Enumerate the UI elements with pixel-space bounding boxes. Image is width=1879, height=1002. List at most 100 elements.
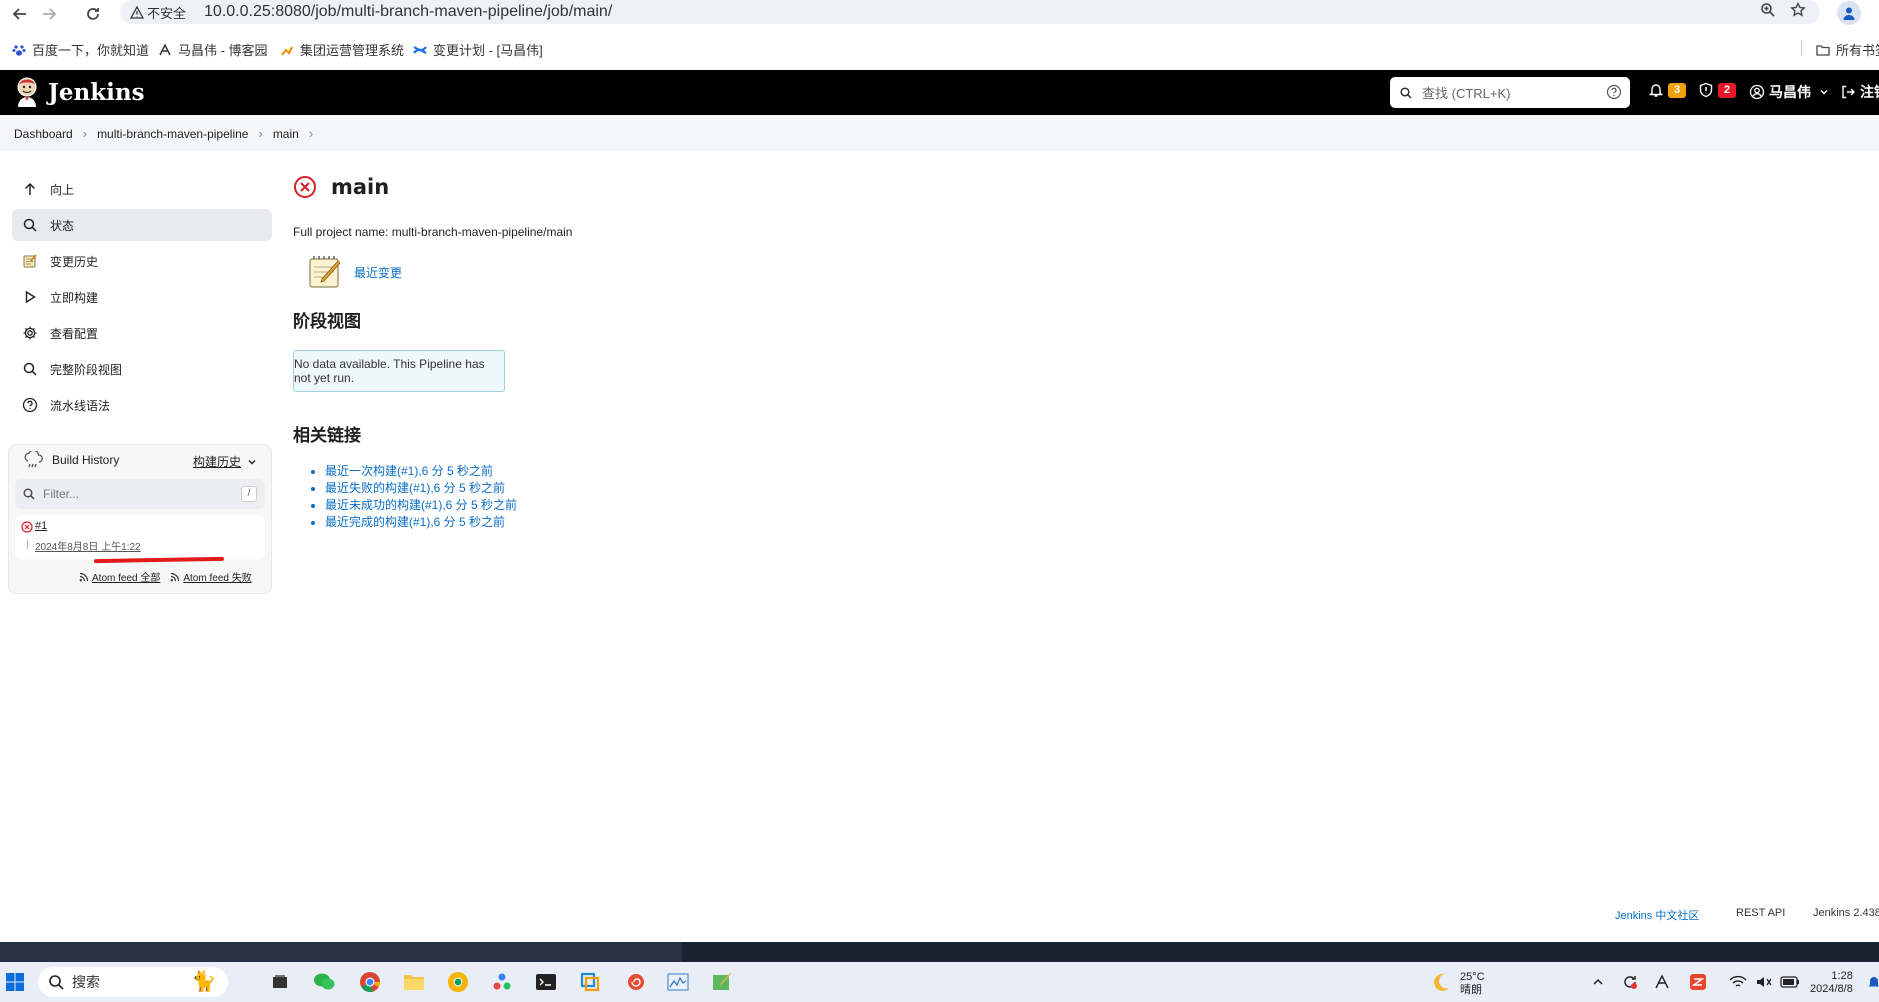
- vmware-icon[interactable]: [578, 970, 602, 994]
- task-full-stage-view[interactable]: 完整阶段视图: [12, 353, 272, 385]
- ime-icon[interactable]: [1686, 970, 1710, 994]
- url-text: 10.0.0.25:8080/job/multi-branch-maven-pi…: [204, 3, 613, 20]
- task-pipeline-syntax[interactable]: 流水线语法: [12, 389, 272, 421]
- file-explorer-icon[interactable]: [402, 970, 426, 994]
- battery-icon[interactable]: [1778, 970, 1802, 994]
- task-changes[interactable]: 变更历史: [12, 245, 272, 277]
- bookmark-cnblogs[interactable]: 马昌伟 - 博客园: [158, 40, 268, 59]
- bookmark-label: 百度一下，你就知道: [32, 43, 150, 58]
- breadcrumb-project[interactable]: multi-branch-maven-pipeline: [97, 127, 248, 141]
- version-link[interactable]: Jenkins 2.438: [1813, 907, 1879, 919]
- profile-avatar[interactable]: [1837, 1, 1861, 25]
- reload-button[interactable]: [81, 2, 105, 26]
- cloud-icon: [23, 451, 43, 469]
- user-menu[interactable]: 马昌伟: [1749, 82, 1829, 102]
- recent-changes-item: 最近变更: [306, 253, 402, 291]
- breadcrumb-branch[interactable]: main: [273, 127, 299, 141]
- zoom-icon[interactable]: [1760, 2, 1776, 18]
- failed-status-icon: [293, 175, 317, 199]
- help-icon[interactable]: [1606, 84, 1622, 100]
- stage-view-heading: 阶段视图: [293, 312, 361, 332]
- side-panel: 向上 状态 变更历史 立即构建 查看配置 完整阶段视图 流水线语法: [12, 173, 272, 425]
- wechat-icon[interactable]: [312, 970, 336, 994]
- notification-bell-icon[interactable]: [1862, 970, 1879, 994]
- bookmark-star-icon[interactable]: [1790, 2, 1806, 18]
- build-filter-input[interactable]: [41, 486, 215, 502]
- build-history-link[interactable]: 构建历史: [193, 453, 257, 470]
- build-date-link[interactable]: 2024年8月8日 上午1:22: [35, 538, 141, 553]
- chevron-up-icon[interactable]: [1586, 970, 1610, 994]
- volume-icon[interactable]: [1752, 970, 1776, 994]
- build-filter[interactable]: /: [15, 479, 265, 509]
- list-item: 最近未成功的构建(#1),6 分 5 秒之前: [325, 496, 517, 513]
- breadcrumb-bar: Dashboard › multi-branch-maven-pipeline …: [0, 115, 1879, 151]
- bookmark-all[interactable]: 所有书签: [1816, 40, 1879, 59]
- address-bar[interactable]: 不安全 10.0.0.25:8080/job/multi-branch-mave…: [120, 0, 1820, 24]
- jenkins-header: Jenkins 查找 (CTRL+K) 3 2 马昌伟 注销: [0, 70, 1879, 115]
- atom-feed-all-link[interactable]: Atom feed 全部: [79, 569, 160, 584]
- rss-icon: [79, 572, 89, 582]
- security-warnings-button[interactable]: 2: [1698, 82, 1736, 98]
- related-links-list: 最近一次构建(#1),6 分 5 秒之前 最近失败的构建(#1),6 分 5 秒…: [310, 462, 517, 530]
- notifications-count: 3: [1668, 82, 1686, 98]
- build-number-link[interactable]: #1: [35, 520, 47, 532]
- search-icon: [1400, 86, 1412, 99]
- job-title: main: [331, 175, 390, 199]
- security-indicator[interactable]: 不安全: [130, 3, 186, 22]
- failed-status-icon: [21, 521, 33, 533]
- forward-button[interactable]: [37, 2, 61, 26]
- task-status[interactable]: 状态: [12, 209, 272, 241]
- task-view-config[interactable]: 查看配置: [12, 317, 272, 349]
- logout-button[interactable]: 注销: [1840, 82, 1879, 102]
- bookmark-ops[interactable]: 集团运营管理系统: [280, 40, 404, 59]
- question-icon: [22, 397, 38, 413]
- search-placeholder: 查找 (CTRL+K): [1422, 86, 1511, 101]
- folder-icon: [1816, 43, 1830, 57]
- font-icon[interactable]: [1650, 970, 1674, 994]
- shield-icon: [1698, 82, 1714, 98]
- windows-start-icon[interactable]: [3, 970, 27, 994]
- logout-label: 注销: [1860, 84, 1879, 100]
- chevron-down-icon: [1819, 87, 1829, 97]
- last-unsuccessful-build-link[interactable]: 最近未成功的构建(#1),6 分 5 秒之前: [325, 498, 517, 512]
- editor-icon[interactable]: [710, 970, 734, 994]
- no-data-notice: No data available. This Pipeline has not…: [293, 350, 505, 392]
- task-build-now[interactable]: 立即构建: [12, 281, 272, 313]
- clock[interactable]: 1:28 2024/8/8: [1810, 970, 1853, 996]
- search-box[interactable]: 查找 (CTRL+K): [1390, 77, 1630, 108]
- chrome-icon[interactable]: [358, 970, 382, 994]
- breadcrumb-dashboard[interactable]: Dashboard: [14, 127, 73, 141]
- sync-icon[interactable]: [1618, 970, 1642, 994]
- community-link[interactable]: Jenkins 中文社区: [1615, 907, 1699, 923]
- taskbar-search[interactable]: 搜索 🐈: [38, 967, 228, 997]
- task-up[interactable]: 向上: [12, 173, 272, 205]
- back-button[interactable]: [8, 2, 32, 26]
- app-icon[interactable]: [490, 970, 514, 994]
- snail-icon[interactable]: [624, 970, 648, 994]
- terminal-icon[interactable]: [534, 970, 558, 994]
- atom-feed-failed-link[interactable]: Atom feed 失败: [170, 569, 252, 584]
- security-label: 不安全: [147, 5, 187, 21]
- wifi-icon[interactable]: [1726, 970, 1750, 994]
- bookmark-baidu[interactable]: 百度一下，你就知道: [12, 40, 149, 59]
- build-row[interactable]: #1 | 2024年8月8日 上午1:22: [15, 515, 265, 559]
- last-completed-build-link[interactable]: 最近完成的构建(#1),6 分 5 秒之前: [325, 515, 505, 529]
- jenkins-butler-icon: [14, 76, 40, 108]
- security-count: 2: [1718, 82, 1736, 98]
- search-icon: [23, 488, 35, 500]
- last-failed-build-link[interactable]: 最近失败的构建(#1),6 分 5 秒之前: [325, 481, 505, 495]
- cat-icon: 🐈: [191, 971, 216, 993]
- rest-api-link[interactable]: REST API: [1736, 907, 1785, 919]
- bookmark-change-plan[interactable]: 变更计划 - [马昌伟]: [413, 40, 543, 59]
- weather-temp: 25°C: [1460, 971, 1485, 983]
- task-view-icon[interactable]: [268, 970, 292, 994]
- chrome-alt-icon[interactable]: [446, 970, 470, 994]
- weather-widget[interactable]: 25°C 晴朗: [1460, 971, 1485, 997]
- jenkins-logo-link[interactable]: Jenkins: [14, 76, 145, 108]
- monitor-icon[interactable]: [666, 970, 690, 994]
- chevron-down-icon: [247, 457, 257, 467]
- notifications-button[interactable]: 3: [1648, 82, 1686, 98]
- recent-changes-link[interactable]: 最近变更: [354, 264, 402, 281]
- atom-feed-failed-label: Atom feed 失败: [183, 573, 252, 584]
- last-build-link[interactable]: 最近一次构建(#1),6 分 5 秒之前: [325, 464, 493, 478]
